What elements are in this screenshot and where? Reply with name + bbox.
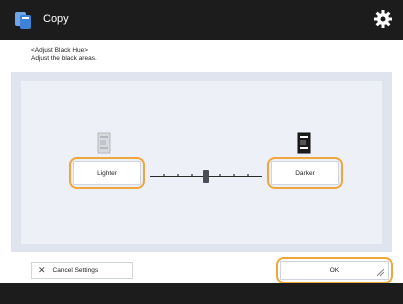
slider-step-dot bbox=[191, 174, 193, 176]
dark-copy-icon bbox=[297, 132, 311, 154]
darker-button[interactable]: Darker bbox=[271, 161, 339, 185]
slider-step-dot bbox=[219, 174, 221, 176]
slider-step-dot bbox=[163, 174, 165, 176]
app-title: Copy bbox=[43, 13, 69, 25]
slider-step-dot bbox=[177, 174, 179, 176]
ok-button[interactable]: OK bbox=[280, 261, 389, 280]
light-copy-icon bbox=[97, 132, 111, 154]
lighter-button[interactable]: Lighter bbox=[73, 161, 141, 185]
title-bar: Copy bbox=[0, 0, 403, 40]
gear-icon[interactable] bbox=[373, 9, 393, 29]
ok-label: OK bbox=[329, 267, 340, 274]
slider-step-dot bbox=[233, 174, 235, 176]
setting-instruction: Adjust the black areas. bbox=[31, 55, 97, 62]
adjust-heading: <Adjust Black Hue> Adjust the black area… bbox=[31, 47, 97, 63]
level-slider-handle[interactable] bbox=[203, 170, 209, 183]
cancel-settings-label: Cancel Settings bbox=[52, 267, 99, 274]
cancel-settings-button[interactable]: ✕ Cancel Settings bbox=[31, 262, 133, 279]
copy-app-icon bbox=[15, 12, 31, 29]
slider-step-dot bbox=[247, 174, 249, 176]
resize-corner-icon bbox=[377, 269, 384, 276]
setting-name: <Adjust Black Hue> bbox=[31, 47, 89, 54]
bottom-bar bbox=[0, 283, 403, 304]
close-x-icon: ✕ bbox=[38, 265, 46, 275]
